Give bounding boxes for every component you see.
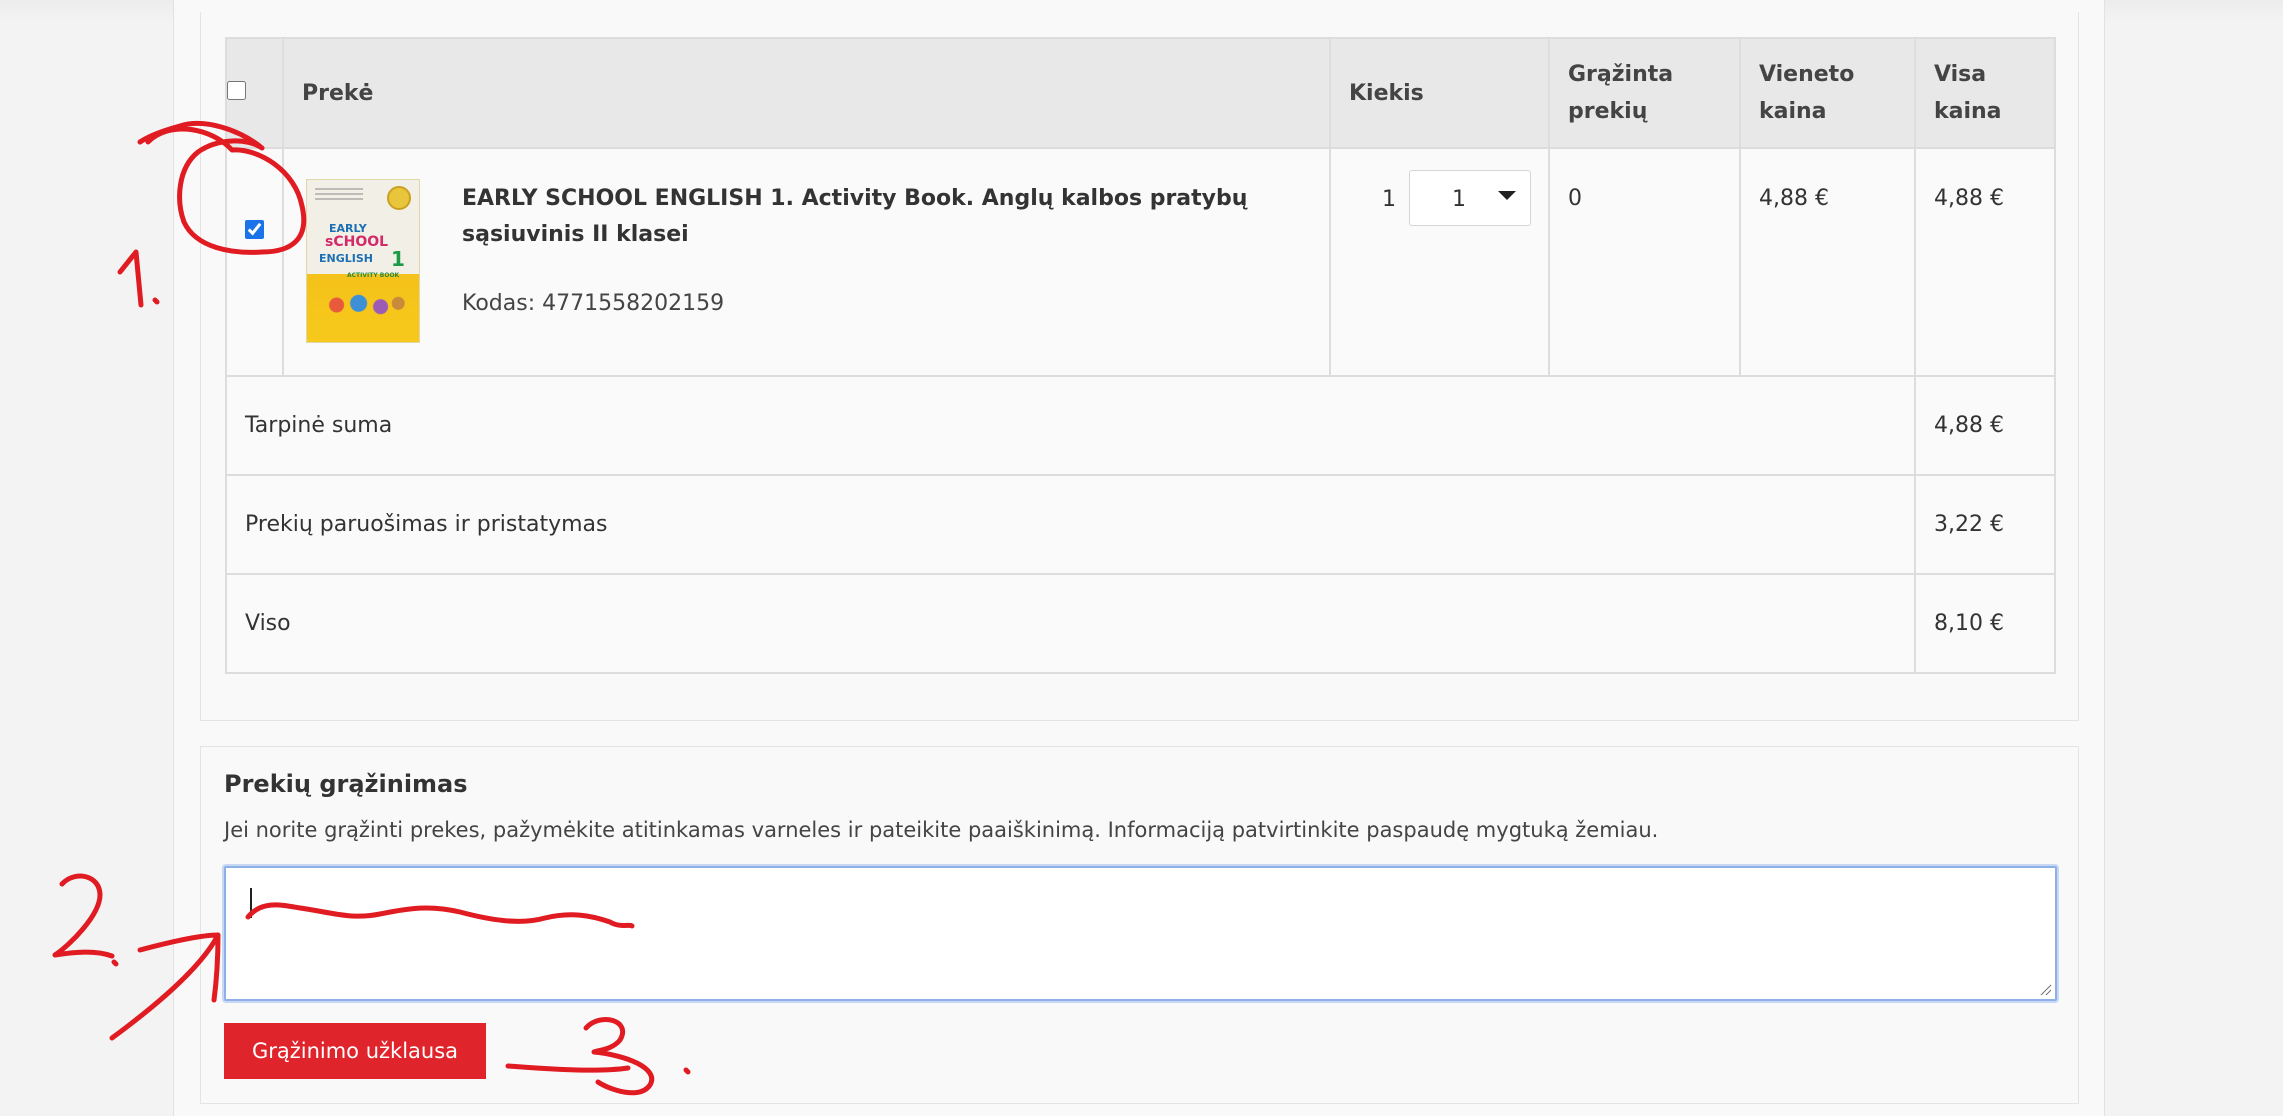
return-reason-textarea[interactable] bbox=[224, 866, 2057, 1001]
cover-line3: ENGLISH bbox=[319, 252, 373, 265]
summary-row-shipping: Prekių paruošimas ir pristatymas 3,22 € bbox=[225, 473, 2056, 575]
table-header-row: Prekė Kiekis Grąžinta prekių Vieneto kai… bbox=[225, 37, 2056, 149]
subtotal-value: 4,88 € bbox=[1914, 374, 2056, 476]
quantity-cell: 1 1 bbox=[1329, 147, 1550, 377]
col-header-returned-line1: Grąžinta bbox=[1568, 62, 1674, 87]
col-header-unit-price: Vieneto kaina bbox=[1739, 37, 1916, 149]
return-quantity-select[interactable]: 1 bbox=[1409, 170, 1531, 226]
cover-text-lines bbox=[315, 188, 363, 202]
summary-row-total: Viso 8,10 € bbox=[225, 572, 2056, 675]
col-header-total-line1: Visa bbox=[1934, 62, 1987, 87]
product-name[interactable]: EARLY SCHOOL ENGLISH 1. Activity Book. A… bbox=[462, 181, 1312, 253]
annotation-number-2 bbox=[52, 873, 115, 959]
col-header-returned-line2: prekių bbox=[1568, 99, 1648, 124]
col-header-total-line2: kaina bbox=[1934, 99, 2002, 124]
annotation-number-1 bbox=[117, 249, 144, 308]
subtotal-label: Tarpinė suma bbox=[225, 374, 1916, 476]
col-header-product: Prekė bbox=[282, 37, 1331, 149]
annotation-dot-2 bbox=[111, 959, 119, 967]
shipping-label: Prekių paruošimas ir pristatymas bbox=[225, 473, 1916, 575]
col-header-unit-line2: kaina bbox=[1759, 99, 1827, 124]
item-select-checkbox[interactable] bbox=[245, 220, 264, 239]
col-header-returned: Grąžinta prekių bbox=[1548, 37, 1741, 149]
resize-handle[interactable] bbox=[2039, 983, 2051, 995]
total-price-cell: 4,88 € bbox=[1914, 147, 2056, 377]
unit-price-cell: 4,88 € bbox=[1739, 147, 1916, 377]
ordered-quantity: 1 bbox=[1382, 187, 1396, 212]
cover-line2: sCHOOL bbox=[325, 234, 389, 250]
cover-seal bbox=[387, 186, 411, 210]
shipping-value: 3,22 € bbox=[1914, 473, 2056, 575]
text-cursor bbox=[250, 888, 252, 918]
product-cover-image[interactable]: EARLY sCHOOL ENGLISH 1 ACTIVITY BOOK bbox=[306, 179, 420, 343]
return-request-button[interactable]: Grąžinimo užklausa bbox=[224, 1023, 486, 1079]
returns-description: Jei norite grąžinti prekes, pažymėkite a… bbox=[224, 818, 1659, 842]
total-label: Viso bbox=[225, 572, 1916, 675]
returns-title: Prekių grąžinimas bbox=[224, 770, 468, 798]
product-code: Kodas: 4771558202159 bbox=[462, 291, 725, 316]
order-table: Prekė Kiekis Grąžinta prekių Vieneto kai… bbox=[225, 37, 2056, 675]
select-all-checkbox[interactable] bbox=[227, 80, 246, 100]
col-header-unit-line1: Vieneto bbox=[1759, 62, 1855, 87]
cover-illustration bbox=[319, 288, 407, 322]
returned-cell: 0 bbox=[1548, 147, 1741, 377]
select-all-cell bbox=[225, 37, 284, 149]
cover-subtitle: ACTIVITY BOOK bbox=[347, 272, 400, 279]
return-quantity-value: 1 bbox=[1452, 187, 1466, 212]
chevron-down-icon bbox=[1498, 191, 1516, 200]
summary-row-subtotal: Tarpinė suma 4,88 € bbox=[225, 374, 2056, 476]
col-header-quantity: Kiekis bbox=[1329, 37, 1550, 149]
annotation-dot-1 bbox=[152, 297, 160, 305]
cover-number: 1 bbox=[391, 247, 405, 271]
col-header-total-price: Visa kaina bbox=[1914, 37, 2056, 149]
product-cell: EARLY sCHOOL ENGLISH 1 ACTIVITY BOOK EAR… bbox=[282, 147, 1331, 377]
item-select-cell bbox=[225, 147, 284, 377]
table-row: EARLY sCHOOL ENGLISH 1 ACTIVITY BOOK EAR… bbox=[225, 147, 2056, 377]
total-value: 8,10 € bbox=[1914, 572, 2056, 675]
